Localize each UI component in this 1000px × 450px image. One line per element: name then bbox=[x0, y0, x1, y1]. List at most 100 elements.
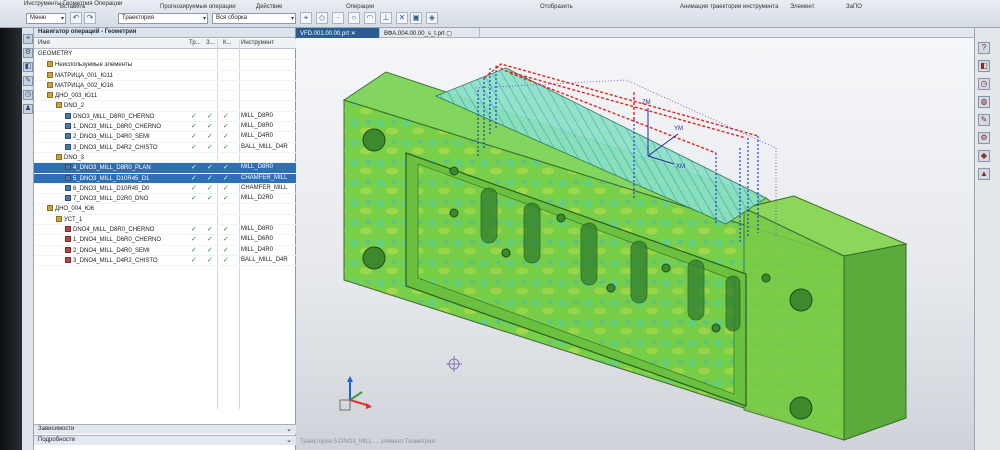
tree-row-name: 6_DNO3_MILL_D10R45_D0 bbox=[65, 184, 150, 192]
check-icon: ✓ bbox=[223, 226, 229, 234]
col-path[interactable]: Тр... bbox=[189, 40, 201, 46]
help-icon[interactable]: ? bbox=[978, 42, 990, 54]
check-icon: ✓ bbox=[207, 164, 213, 172]
tree-row-label: 1_DNO3_MILL_D8R0_CHERNO bbox=[73, 124, 162, 131]
roles-icon[interactable]: ◆ bbox=[978, 150, 990, 162]
tree-row[interactable]: МАТРИЦА_002_Ю16 bbox=[34, 81, 296, 92]
method-tab-icon[interactable]: ✎ bbox=[23, 76, 33, 86]
tree-row[interactable]: 2_DNO3_MILL_D4R0_SEMI ✓ ✓ ✓ MILL_D4R0 bbox=[34, 132, 296, 143]
redo-icon[interactable]: ↷ bbox=[84, 12, 96, 24]
undo-icon[interactable]: ↶ bbox=[70, 12, 82, 24]
folder-icon bbox=[47, 81, 53, 88]
select-icon[interactable]: ⌖ bbox=[300, 12, 312, 24]
operation-icon bbox=[65, 236, 71, 243]
tool-name: CHAMFER_MILL bbox=[241, 184, 288, 191]
tree-row[interactable]: Неиспользуемые элементы bbox=[34, 60, 296, 71]
check-icon: ✓ bbox=[207, 236, 213, 244]
tree-row-name: 3_DNO4_MILL_D4R2_CHISTO bbox=[65, 256, 158, 264]
operation-icon bbox=[65, 112, 71, 119]
selection-scope-dropdown[interactable]: Вся сборка ▾ bbox=[212, 13, 296, 24]
tree-row[interactable]: 3_DNO3_MILL_D4R2_CHISTO ✓ ✓ ✓ BALL_MILL_D4R bbox=[34, 143, 296, 153]
tool-name: MILL_D8R0 bbox=[241, 164, 274, 171]
tree-row-name: 5_DNO3_MILL_D10R45_D1 bbox=[65, 174, 149, 182]
tree-row[interactable]: 5_DNO3_MILL_D10R45_D1 ✓ ✓ ✓ CHAMFER_MILL bbox=[34, 173, 296, 184]
machine-tab-icon[interactable]: ⚙ bbox=[23, 48, 33, 58]
operation-icon bbox=[65, 256, 71, 263]
col-z[interactable]: З... bbox=[206, 40, 215, 46]
check-icon: ✓ bbox=[223, 133, 229, 141]
selection-filter-dropdown[interactable]: Траектория ▾ bbox=[118, 13, 208, 24]
tree-row-label: МАТРИЦА_002_Ю16 bbox=[55, 82, 114, 89]
history-tab-icon[interactable]: ◷ bbox=[23, 90, 33, 100]
tree-row-name: ДНО_003_Ю11 bbox=[47, 92, 97, 99]
tree-row[interactable]: 1_DNO3_MILL_D8R0_CHERNO ✓ ✓ ✓ MILL_D8R0 bbox=[34, 122, 296, 133]
check-icon: ✓ bbox=[207, 195, 213, 203]
part-tab-vfd[interactable]: VFD.001.00.00.prt ✕ bbox=[296, 28, 380, 38]
tree-row-label: 6_DNO3_MILL_D10R45_D0 bbox=[73, 185, 150, 192]
tree-row[interactable]: 3_DNO4_MILL_D4R2_CHISTO ✓ ✓ ✓ BALL_MILL_D4R bbox=[34, 256, 296, 267]
tree-row[interactable]: ДНО_004_Ю6 bbox=[34, 204, 296, 215]
part-tab-vfa[interactable]: ВФА.004.00.00_s_t.prt ▢ bbox=[380, 28, 480, 38]
small-hole bbox=[501, 248, 511, 258]
col-tool[interactable]: Инструмент bbox=[241, 40, 274, 46]
point-icon[interactable]: · bbox=[332, 12, 344, 24]
check-icon: ✓ bbox=[207, 123, 213, 131]
details-panel[interactable]: Подробности ⌄ bbox=[34, 435, 296, 445]
system-icon[interactable]: ⚙ bbox=[978, 132, 990, 144]
navigator-tab-icon[interactable]: ≡ bbox=[23, 34, 33, 44]
geometry-tab-icon[interactable]: ◧ bbox=[23, 62, 33, 72]
tree-row[interactable]: 7_DNO3_MILL_D2R0_DNO ✓ ✓ ✓ MILL_D2R0 bbox=[34, 194, 296, 205]
origin-crosshair-icon bbox=[446, 356, 462, 372]
check-icon: ✓ bbox=[191, 256, 197, 264]
render-icon[interactable]: ◈ bbox=[426, 12, 438, 24]
col-name[interactable]: Имя bbox=[38, 40, 50, 46]
midpoint-icon[interactable]: ⊥ bbox=[380, 12, 392, 24]
circle-icon[interactable]: ○ bbox=[348, 12, 360, 24]
web-icon[interactable]: ◍ bbox=[978, 96, 990, 108]
history-icon[interactable]: ◷ bbox=[978, 78, 990, 90]
tree-row[interactable]: DNO4_MILL_D8R0_CHERNO ✓ ✓ ✓ MILL_D8R0 bbox=[34, 225, 296, 236]
view-icon[interactable]: ▣ bbox=[410, 12, 422, 24]
tree-row[interactable]: МАТРИЦА_001_Ю11 bbox=[34, 71, 296, 81]
mounting-hole bbox=[789, 396, 813, 420]
tree-row[interactable]: УСТ_1 bbox=[34, 215, 296, 226]
tree-row[interactable]: 1_DNO4_MILL_D6R0_CHERNO ✓ ✓ ✓ MILL_D6R0 bbox=[34, 235, 296, 246]
tool-name: MILL_D6R0 bbox=[241, 236, 274, 243]
tools-icon[interactable]: ✎ bbox=[978, 114, 990, 126]
part-model-view[interactable]: ZM YM XM bbox=[296, 38, 974, 450]
arc-icon[interactable]: ◠ bbox=[364, 12, 376, 24]
graphics-window[interactable]: VFD.001.00.00.prt ✕ ВФА.004.00.00_s_t.pr… bbox=[296, 28, 974, 450]
palette-icon[interactable]: ▲ bbox=[978, 168, 990, 180]
intersect-icon[interactable]: ✕ bbox=[396, 12, 408, 24]
tree-row-name: DNO_2 bbox=[56, 102, 84, 109]
roles-tab-icon[interactable]: ♟ bbox=[23, 104, 33, 114]
tree-row-label: 4_DNO3_MILL_D8R0_PLAN bbox=[73, 165, 151, 172]
check-icon: ✓ bbox=[191, 174, 197, 182]
small-hole bbox=[711, 323, 721, 333]
tree-row-name: МАТРИЦА_002_Ю16 bbox=[47, 81, 114, 89]
folder-icon bbox=[47, 92, 53, 99]
chevron-down-icon[interactable]: ⌄ bbox=[286, 436, 292, 444]
menu-button[interactable]: Меню ▾ bbox=[26, 13, 66, 24]
slot bbox=[480, 187, 498, 244]
tree-row[interactable]: 2_DNO4_MILL_D4R0_SEMI ✓ ✓ ✓ MILL_D4R0 bbox=[34, 246, 296, 256]
tree-row-label: Неиспользуемые элементы bbox=[55, 62, 133, 69]
snap-icon[interactable]: ◇ bbox=[316, 12, 328, 24]
tree-row[interactable]: DNO_2 bbox=[34, 101, 296, 112]
tree-row-label: DNO4_MILL_D8R0_CHERNO bbox=[73, 227, 155, 234]
slot bbox=[580, 222, 598, 286]
check-icon: ✓ bbox=[191, 133, 197, 141]
tree-row[interactable]: 4_DNO3_MILL_D8R0_PLAN ✓ ✓ ✓ MILL_D8R0 bbox=[34, 163, 296, 174]
tree-row[interactable]: ДНО_003_Ю11 bbox=[34, 91, 296, 102]
tree-row[interactable]: DNO3_MILL_D8R0_CHERNO ✓ ✓ ✓ MILL_D8R0 bbox=[34, 112, 296, 123]
tree-row[interactable]: DNO_3 bbox=[34, 153, 296, 164]
tree-row[interactable]: 6_DNO3_MILL_D10R45_D0 ✓ ✓ ✓ CHAMFER_MILL bbox=[34, 184, 296, 195]
check-icon: ✓ bbox=[223, 184, 229, 192]
check-icon: ✓ bbox=[223, 174, 229, 182]
col-k[interactable]: К... bbox=[223, 40, 232, 46]
layer-icon[interactable]: ◧ bbox=[978, 60, 990, 72]
tree-row-label: УСТ_1 bbox=[64, 216, 83, 223]
dependencies-panel[interactable]: Зависимости ⌄ bbox=[34, 424, 296, 434]
chevron-down-icon[interactable]: ⌄ bbox=[286, 425, 292, 433]
tree-row[interactable]: GEOMETRY bbox=[34, 50, 296, 61]
